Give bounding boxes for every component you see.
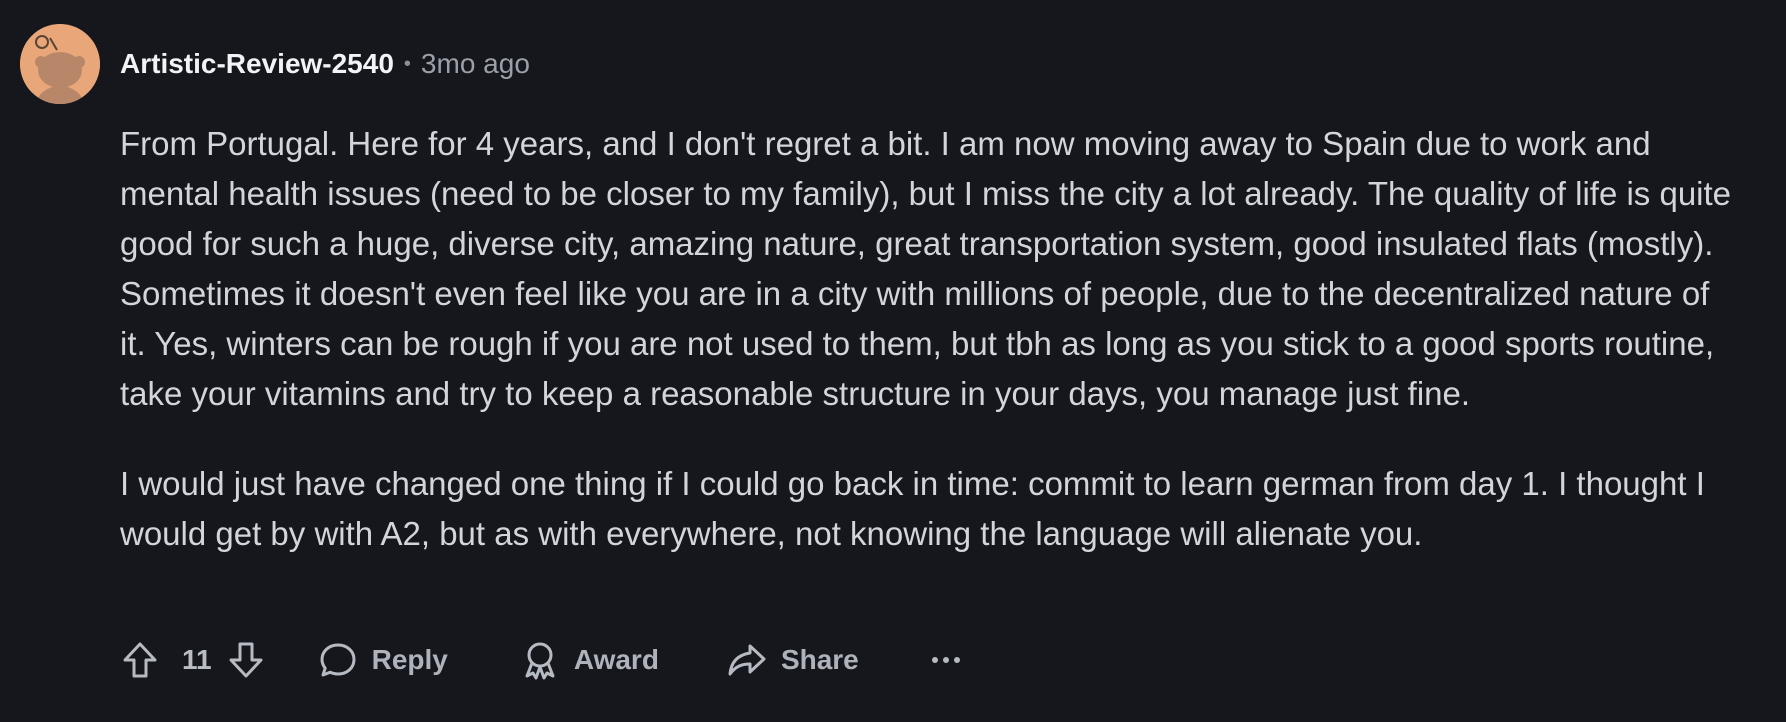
comment-paragraph: I would just have changed one thing if I…	[120, 465, 1705, 552]
share-button[interactable]: Share	[727, 640, 859, 680]
comment-card: Artistic-Review-2540 • 3mo ago From Port…	[0, 0, 1786, 722]
award-button[interactable]: Award	[520, 640, 659, 680]
reddit-snoo-avatar-icon	[20, 24, 100, 104]
avatar[interactable]	[20, 24, 100, 104]
downvote-button[interactable]	[226, 640, 266, 680]
author-name[interactable]: Artistic-Review-2540	[120, 48, 394, 80]
separator-dot: •	[403, 52, 411, 75]
comment-actions: 11 Reply Award Share	[120, 636, 967, 684]
more-options-button[interactable]	[925, 640, 967, 680]
speech-bubble-icon	[318, 640, 358, 680]
comment-paragraph: From Portugal. Here for 4 years, and I d…	[120, 125, 1732, 412]
reply-button[interactable]: Reply	[318, 640, 448, 680]
award-ribbon-icon	[520, 640, 560, 680]
share-arrow-icon	[727, 640, 767, 680]
reply-label: Reply	[371, 644, 448, 675]
upvote-arrow-icon	[123, 642, 157, 678]
ellipsis-icon	[931, 657, 960, 663]
comment-body: From Portugal. Here for 4 years, and I d…	[120, 119, 1740, 559]
vote-controls: 11	[120, 640, 266, 680]
comment-header: Artistic-Review-2540 • 3mo ago	[120, 42, 530, 86]
upvote-button[interactable]	[120, 640, 160, 680]
comment-timestamp[interactable]: 3mo ago	[421, 48, 530, 80]
award-label: Award	[573, 644, 659, 675]
share-label: Share	[780, 644, 859, 675]
vote-score: 11	[182, 644, 212, 675]
downvote-arrow-icon	[229, 642, 263, 678]
